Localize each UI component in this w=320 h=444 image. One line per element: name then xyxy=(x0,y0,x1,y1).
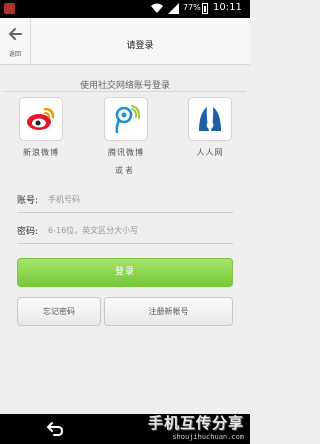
back-label: 返回 xyxy=(8,51,21,58)
account-input[interactable] xyxy=(48,191,234,207)
field-underline xyxy=(17,212,233,213)
social-label-tencent: 腾讯微博 xyxy=(108,148,144,157)
tencent-weibo-icon xyxy=(115,105,141,134)
watermark-text: 手机互传分享 xyxy=(147,414,244,432)
renren-icon xyxy=(199,107,221,131)
back-button[interactable]: 返回 xyxy=(0,18,31,64)
page-title: 请登录 xyxy=(126,41,154,51)
password-input[interactable] xyxy=(48,222,234,238)
field-underline xyxy=(17,243,233,244)
social-label-renren: 人人网 xyxy=(196,148,224,157)
social-login-title: 使用社交网络账号登录 xyxy=(79,81,170,91)
navigation-bar: 手机互传分享 shoujihuchuan.com xyxy=(0,414,250,444)
login-button[interactable]: 登录 xyxy=(17,258,233,287)
clock: 10:11 xyxy=(213,2,242,13)
weibo-icon-frame xyxy=(19,97,63,141)
header-bar: 返回 请登录 xyxy=(0,18,250,65)
account-label: 账号: xyxy=(17,196,39,206)
tencent-icon-frame xyxy=(104,97,148,141)
register-button[interactable]: 注册新帐号 xyxy=(104,297,233,326)
renren-icon-frame xyxy=(188,97,232,141)
signal-icon xyxy=(168,3,179,14)
social-label-weibo: 新浪微博 xyxy=(23,148,59,157)
battery-percent: 77% xyxy=(183,3,201,12)
app-notification-icon xyxy=(4,3,15,14)
wifi-icon xyxy=(151,3,163,13)
battery-icon xyxy=(202,3,208,14)
weibo-login-button[interactable]: 新浪微博 xyxy=(16,97,66,163)
renren-login-button[interactable]: 人人网 xyxy=(185,97,235,163)
watermark-url: shoujihuchuan.com xyxy=(172,433,244,441)
tencent-weibo-login-button[interactable]: 腾讯微博 xyxy=(101,97,151,163)
or-separator: 或者 xyxy=(115,166,135,175)
status-bar: 77% 10:11 xyxy=(0,0,250,18)
forgot-password-button[interactable]: 忘记密码 xyxy=(17,297,101,326)
password-label: 密码: xyxy=(17,227,39,237)
watermark: 手机互传分享 shoujihuchuan.com xyxy=(148,412,244,441)
password-field: 密码: xyxy=(0,214,250,244)
arrow-left-icon xyxy=(8,28,22,40)
divider xyxy=(4,91,246,92)
weibo-icon xyxy=(27,107,55,130)
account-field: 账号: xyxy=(0,183,250,213)
nav-back-icon[interactable] xyxy=(46,421,64,437)
